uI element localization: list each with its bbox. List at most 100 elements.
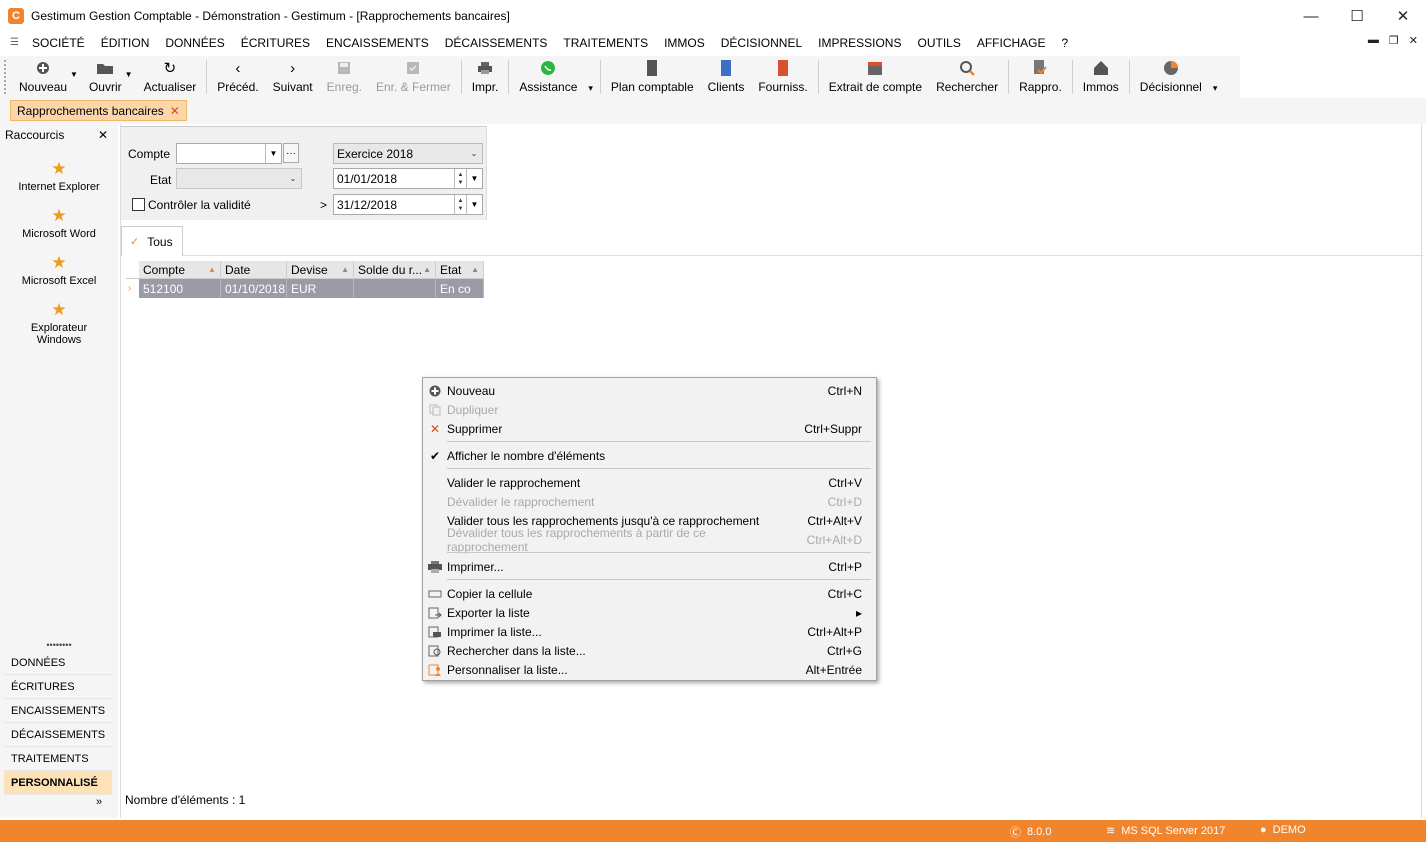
actualiser-label: Actualiser <box>143 80 197 94</box>
spin-updown-icon[interactable]: ▲ ▼ <box>454 169 466 188</box>
tab-tous[interactable]: ✓ Tous <box>121 226 183 256</box>
rechercher-button[interactable]: Rechercher <box>929 56 1005 98</box>
menu-item-valider[interactable]: Valider le rapprochement Ctrl+V <box>423 473 876 492</box>
nouveau-button[interactable]: Nouveau <box>12 56 74 98</box>
shortcut-microsoft-excel[interactable]: ★ Microsoft Excel <box>0 254 118 288</box>
compte-combo[interactable]: ▼ <box>176 143 282 164</box>
column-devise[interactable]: Devise ▲ <box>287 261 354 278</box>
nav-donnees[interactable]: DONNÉES <box>4 651 112 675</box>
imprimer-button[interactable]: Impr. <box>465 56 506 98</box>
menu-item-rechercher-liste[interactable]: Rechercher dans la liste... Ctrl+G <box>423 641 876 660</box>
toolbar-separator <box>1071 60 1073 94</box>
cell-devise[interactable]: EUR <box>287 279 354 298</box>
toolbar-overflow-icon[interactable]: ▾ <box>584 83 597 94</box>
menu-traitements[interactable]: TRAITEMENTS <box>555 36 656 50</box>
nav-decaissements[interactable]: DÉCAISSEMENTS <box>4 723 112 747</box>
close-icon[interactable]: ✕ <box>170 104 180 118</box>
menu-grip-icon[interactable]: ☰ <box>10 38 24 48</box>
toolbar-grip[interactable] <box>4 60 12 94</box>
rapprochement-button[interactable]: Rappro. <box>1012 56 1069 98</box>
expand-more-icon[interactable]: » <box>96 796 102 808</box>
menu-help[interactable]: ? <box>1054 36 1077 50</box>
minimize-button[interactable]: — <box>1288 0 1334 32</box>
fournisseurs-button[interactable]: Fourniss. <box>751 56 814 98</box>
menu-item-imprimer-liste[interactable]: Imprimer la liste... Ctrl+Alt+P <box>423 622 876 641</box>
menu-edition[interactable]: ÉDITION <box>93 36 158 50</box>
menu-item-exporter-liste[interactable]: Exporter la liste ▸ <box>423 603 876 622</box>
column-date[interactable]: Date <box>221 261 287 278</box>
mdi-minimize-icon[interactable]: ▬ <box>1368 34 1379 47</box>
shortcut-microsoft-word[interactable]: ★ Microsoft Word <box>0 207 118 241</box>
menu-item-label: Supprimer <box>447 421 503 436</box>
close-button[interactable]: ✕ <box>1380 0 1426 32</box>
menu-item-dupliquer[interactable]: Dupliquer <box>423 400 876 419</box>
menu-item-label: Exporter la liste <box>447 605 530 620</box>
nav-traitements[interactable]: TRAITEMENTS <box>4 747 112 771</box>
assistance-button[interactable]: Assistance <box>512 56 584 98</box>
suivant-button[interactable]: › Suivant <box>266 56 320 98</box>
precedent-button[interactable]: ‹ Précéd. <box>210 56 265 98</box>
column-solde[interactable]: Solde du r... ▲ <box>354 261 436 278</box>
compte-browse-button[interactable]: ··· <box>283 143 299 163</box>
enregistrer-button[interactable]: Enreg. <box>320 56 369 98</box>
plan-comptable-button[interactable]: Plan comptable <box>604 56 701 98</box>
menu-ecritures[interactable]: ÉCRITURES <box>233 36 318 50</box>
date-from-field[interactable]: 01/01/2018 ▲ ▼ ▼ <box>333 168 483 189</box>
close-icon[interactable]: ✕ <box>98 128 108 142</box>
decisionnel-button[interactable]: Décisionnel <box>1133 56 1209 98</box>
menu-item-devalider[interactable]: Dévalider le rapprochement Ctrl+D <box>423 492 876 511</box>
menu-affichage[interactable]: AFFICHAGE <box>969 36 1054 50</box>
exercice-select[interactable]: Exercice 2018 ⌄ <box>333 143 483 164</box>
etat-combo[interactable]: ⌄ <box>176 168 302 189</box>
menu-item-nouveau[interactable]: Nouveau Ctrl+N <box>423 381 876 400</box>
enregistrer-fermer-button[interactable]: Enr. & Fermer <box>369 56 458 98</box>
date-to-field[interactable]: 31/12/2018 ▲ ▼ ▼ <box>333 194 483 215</box>
column-etat[interactable]: Etat ▲ <box>436 261 484 278</box>
shortcut-explorateur-windows[interactable]: ★ Explorateur Windows <box>0 301 118 347</box>
sort-icon: ▲ <box>423 265 431 274</box>
chevron-down-icon[interactable]: ▼ <box>265 144 281 163</box>
cell-etat[interactable]: En co <box>436 279 484 298</box>
cell-solde[interactable] <box>354 279 436 298</box>
row-pointer-icon: › <box>126 279 139 298</box>
maximize-button[interactable]: ☐ <box>1334 0 1380 32</box>
menu-societe[interactable]: SOCIÉTÉ <box>24 36 93 50</box>
menu-outils[interactable]: OUTILS <box>909 36 968 50</box>
spin-updown-icon[interactable]: ▲ ▼ <box>454 195 466 214</box>
tab-rapprochements-bancaires[interactable]: Rapprochements bancaires ✕ <box>10 100 187 121</box>
menu-item-personnaliser-liste[interactable]: Personnaliser la liste... Alt+Entrée <box>423 660 876 679</box>
menu-item-supprimer[interactable]: ✕ Supprimer Ctrl+Suppr <box>423 419 876 438</box>
extrait-compte-button[interactable]: Extrait de compte <box>822 56 929 98</box>
shortcut-internet-explorer[interactable]: ★ Internet Explorer <box>0 160 118 194</box>
toolbar-overflow-icon[interactable]: ▾ <box>1209 83 1222 94</box>
menu-immos[interactable]: IMMOS <box>656 36 713 50</box>
menu-encaissements[interactable]: ENCAISSEMENTS <box>318 36 437 50</box>
menu-decaissements[interactable]: DÉCAISSEMENTS <box>437 36 556 50</box>
immos-button[interactable]: Immos <box>1076 56 1126 98</box>
chevron-down-icon[interactable]: ▼ <box>466 169 482 188</box>
panel-splitter[interactable]: •••••••• <box>0 640 118 650</box>
nav-personnalise[interactable]: PERSONNALISÉ <box>4 771 112 795</box>
column-compte[interactable]: Compte ▲ <box>139 261 221 278</box>
menu-item-afficher-nombre[interactable]: ✔ Afficher le nombre d'éléments <box>423 446 876 465</box>
actualiser-button[interactable]: ↻ Actualiser <box>137 56 204 98</box>
menu-item-imprimer[interactable]: Imprimer... Ctrl+P <box>423 557 876 576</box>
menu-impressions[interactable]: IMPRESSIONS <box>810 36 909 50</box>
nav-ecritures[interactable]: ÉCRITURES <box>4 675 112 699</box>
table-row[interactable]: › 512100 01/10/2018 EUR En co <box>126 279 484 298</box>
clients-button[interactable]: Clients <box>701 56 752 98</box>
chevron-down-icon[interactable]: ▼ <box>466 195 482 214</box>
menu-donnees[interactable]: DONNÉES <box>157 36 232 50</box>
controler-validite-checkbox[interactable] <box>132 198 145 211</box>
menu-decisionnel[interactable]: DÉCISIONNEL <box>713 36 810 50</box>
toolbar-separator <box>599 60 601 94</box>
nav-encaissements[interactable]: ENCAISSEMENTS <box>4 699 112 723</box>
mdi-close-icon[interactable]: ✕ <box>1409 34 1418 47</box>
cell-date[interactable]: 01/10/2018 <box>221 279 287 298</box>
ouvrir-button[interactable]: Ouvrir <box>82 56 129 98</box>
mdi-restore-icon[interactable]: ❐ <box>1389 34 1399 47</box>
menu-item-devalider-tous[interactable]: Dévalider tous les rapprochements à part… <box>423 526 876 554</box>
cell-compte[interactable]: 512100 <box>139 279 221 298</box>
suivant-label: Suivant <box>272 80 313 94</box>
menu-item-copier-cellule[interactable]: Copier la cellule Ctrl+C <box>423 584 876 603</box>
